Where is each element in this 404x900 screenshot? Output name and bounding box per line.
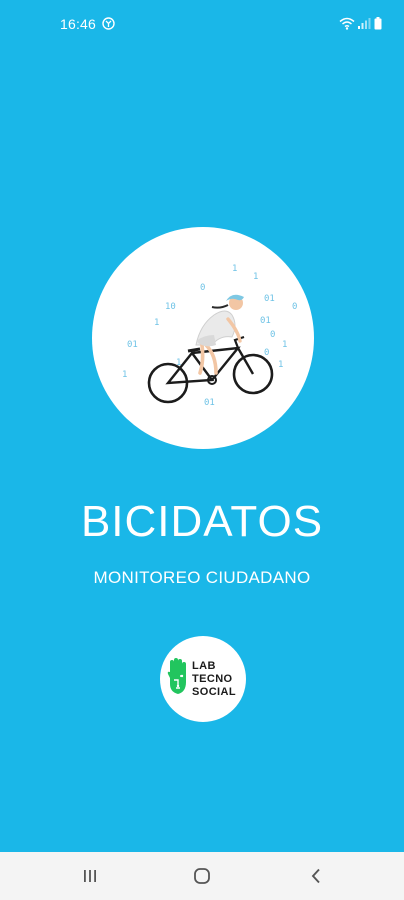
logo-line-lab: LAB: [192, 660, 216, 672]
recent-apps-button[interactable]: [75, 864, 105, 888]
svg-text:1: 1: [278, 360, 283, 370]
splash-screen: 16:46 10 0 1 01 01 0 1 01 1 1 01 0 1 1 0…: [0, 0, 404, 900]
home-icon: [194, 868, 210, 884]
svg-text:0: 0: [200, 283, 205, 293]
status-time: 16:46: [60, 16, 97, 32]
wifi-icon: [339, 17, 355, 30]
logo-line-social: SOCIAL: [192, 686, 236, 698]
back-button[interactable]: [301, 864, 331, 888]
svg-text:01: 01: [260, 316, 271, 326]
svg-text:0: 0: [270, 330, 275, 340]
battery-icon: [374, 17, 382, 30]
svg-text:0: 0: [264, 348, 269, 358]
hand-circuit-icon: [167, 658, 186, 694]
svg-text:0: 0: [292, 302, 297, 312]
home-button[interactable]: [187, 864, 217, 888]
svg-text:1: 1: [282, 340, 287, 350]
back-icon: [311, 868, 320, 884]
recent-apps-icon: [84, 870, 96, 882]
app-title: BICIDATOS: [80, 497, 324, 546]
logo-line-tecno: TECNO: [192, 673, 233, 685]
lab-tecno-social-logo: LAB TECNO SOCIAL: [160, 636, 246, 722]
svg-text:01: 01: [127, 340, 138, 350]
app-subtitle: MONITOREO CIUDADANO: [93, 568, 311, 587]
svg-text:1: 1: [253, 272, 258, 282]
cyclist-illustration: 10 0 1 01 01 0 1 01 1 1 01 0 1 1 0 1: [92, 227, 314, 449]
svg-text:01: 01: [264, 294, 275, 304]
app-notification-icon: [102, 17, 115, 30]
system-nav-bar: [0, 852, 404, 900]
logo-text: LAB TECNO SOCIAL: [192, 660, 236, 699]
svg-text:10: 10: [165, 302, 176, 312]
svg-text:1: 1: [122, 370, 127, 380]
svg-text:1: 1: [154, 318, 159, 328]
svg-text:1: 1: [232, 264, 237, 274]
status-bar: 16:46: [0, 0, 404, 50]
cyclist-icon: 10 0 1 01 01 0 1 01 1 1 01 0 1 1 0 1: [122, 264, 297, 408]
svg-text:01: 01: [204, 398, 215, 408]
signal-icon: [358, 18, 371, 29]
